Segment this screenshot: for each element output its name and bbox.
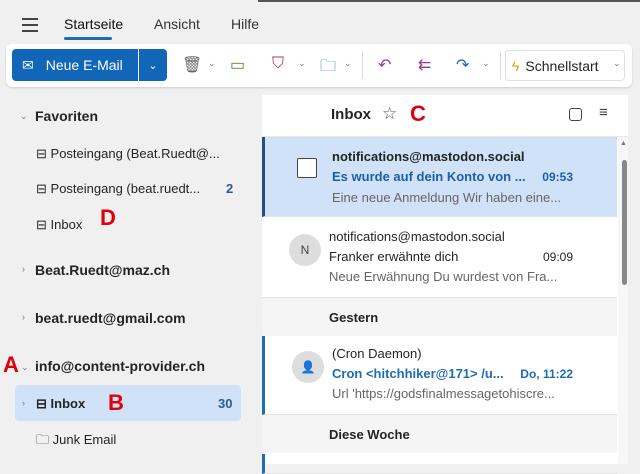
chevron-down-icon[interactable]: ⌄ xyxy=(21,362,29,373)
active-tab-indicator xyxy=(64,37,112,40)
chevron-down-icon[interactable]: ⌄ xyxy=(298,58,306,69)
chevron-down-icon[interactable]: ⌄ xyxy=(20,111,28,122)
chevron-down-icon[interactable]: ⌄ xyxy=(344,58,352,69)
divider xyxy=(362,51,363,79)
folder-label: Junk Email xyxy=(52,432,117,447)
junk-folder-icon: 🗀 xyxy=(36,432,50,447)
quick-start-button[interactable]: ϟ Schnellstart xyxy=(505,50,625,81)
avatar: N xyxy=(289,234,321,266)
sender: (Cron Daemon) xyxy=(332,346,422,361)
sender: notifications@mastodon.social xyxy=(329,229,505,244)
time: 09:09 xyxy=(542,250,573,264)
filter-icon[interactable]: ≡ xyxy=(599,104,608,121)
inbox-icon: ⊟ xyxy=(36,181,47,196)
folder-label: Posteingang (beat.ruedt... xyxy=(50,181,201,196)
new-mail-label: Neue E-Mail xyxy=(45,57,123,73)
person-avatar-icon: 👤 xyxy=(292,351,324,383)
preview: Neue Erwähnung Du wurdest von Fra... xyxy=(329,269,558,284)
group-header-gestern: Gestern xyxy=(262,298,617,336)
scrollbar-thumb[interactable] xyxy=(622,160,627,285)
quick-start-label: Schnellstart xyxy=(525,57,599,74)
lightning-icon: ϟ xyxy=(512,57,520,74)
sender: notifications@mastodon.social xyxy=(332,149,525,164)
subject: Cron <hitchhiker@171> /u... xyxy=(332,366,504,381)
reply-all-icon[interactable]: ⇇ xyxy=(418,55,431,75)
group-header-diese-woche: Diese Woche xyxy=(262,415,617,453)
new-mail-dropdown[interactable]: ⌄ xyxy=(139,49,167,81)
forward-icon[interactable]: ↷ xyxy=(456,55,469,75)
message-list: Inbox ☆ C ≡ notifications@mastodon.socia… xyxy=(262,95,628,474)
message-row-selected[interactable]: notifications@mastodon.social Es wurde a… xyxy=(262,137,617,217)
star-icon[interactable]: ☆ xyxy=(382,104,397,124)
favorite-item[interactable]: ⊟ Posteingang (beat.ruedt... xyxy=(36,181,200,197)
annotation-c: C xyxy=(410,101,426,126)
message-row[interactable] xyxy=(262,454,617,474)
list-title: Inbox xyxy=(331,106,371,123)
time: 09:53 xyxy=(542,170,573,184)
preview: Eine neue Anmeldung Wir haben eine... xyxy=(332,190,562,205)
tab-ansicht[interactable]: Ansicht xyxy=(154,16,200,32)
scroll-up-icon[interactable]: ▲ xyxy=(620,140,627,147)
reply-icon[interactable]: ↶ xyxy=(378,55,391,75)
inbox-icon: ⊟ xyxy=(36,217,47,232)
folder-label: Posteingang (Beat.Ruedt@... xyxy=(50,146,220,161)
inbox-icon: ⊟ xyxy=(36,146,47,161)
quick-start-dropdown[interactable]: ⌄ xyxy=(613,58,621,69)
chevron-right-icon[interactable]: › xyxy=(22,398,25,408)
chevron-right-icon[interactable]: › xyxy=(22,312,25,322)
unread-count: 2 xyxy=(226,181,234,196)
chevron-down-icon[interactable]: ⌄ xyxy=(482,58,490,69)
move-folder-icon[interactable]: 🗀 xyxy=(320,55,336,82)
folder-label: Inbox xyxy=(50,396,86,411)
chevron-right-icon[interactable]: › xyxy=(22,264,25,274)
account-maz[interactable]: Beat.Ruedt@maz.ch xyxy=(35,262,170,278)
folder-inbox[interactable]: ⊟ Inbox xyxy=(36,396,85,412)
favorites-header[interactable]: Favoriten xyxy=(35,108,98,124)
mail-icon: ✉ xyxy=(22,56,34,73)
account-gmail[interactable]: beat.ruedt@gmail.com xyxy=(35,310,186,326)
time: Do, 11:22 xyxy=(520,367,573,381)
unread-count: 30 xyxy=(218,396,233,411)
new-mail-button[interactable]: ✉ Neue E-Mail xyxy=(12,49,138,81)
preview: Url 'https://godsfinalmessagetohiscre... xyxy=(332,386,555,401)
folder-label: Inbox xyxy=(50,217,83,232)
tab-hilfe[interactable]: Hilfe xyxy=(231,16,259,32)
delete-icon[interactable]: 🗑 xyxy=(182,55,202,75)
report-shield-icon[interactable]: ⛉ xyxy=(272,55,284,73)
favorite-item[interactable]: ⊟ Inbox xyxy=(36,217,82,233)
subject: Es wurde auf dein Konto von ... xyxy=(332,169,526,184)
favorite-item[interactable]: ⊟ Posteingang (Beat.Ruedt@... xyxy=(36,146,220,162)
menu-icon[interactable] xyxy=(22,18,38,32)
annotation-d: D xyxy=(100,205,116,230)
annotation-a: A xyxy=(3,352,19,377)
annotation-b: B xyxy=(108,390,124,415)
message-row[interactable]: N notifications@mastodon.social Franker … xyxy=(262,218,617,298)
chevron-down-icon[interactable]: ⌄ xyxy=(208,58,216,69)
subject: Franker erwähnte dich xyxy=(329,249,459,264)
message-checkbox[interactable] xyxy=(297,158,317,178)
inbox-icon: ⊟ xyxy=(36,396,47,411)
folder-junk[interactable]: 🗀 Junk Email xyxy=(36,431,116,453)
archive-icon[interactable]: ▭ xyxy=(230,55,245,75)
message-row[interactable]: 👤 (Cron Daemon) Cron <hitchhiker@171> /u… xyxy=(262,336,617,415)
tab-startseite[interactable]: Startseite xyxy=(64,16,123,32)
account-content-provider[interactable]: info@content-provider.ch xyxy=(35,358,205,374)
select-mode-icon[interactable] xyxy=(569,108,582,121)
window-edge xyxy=(258,0,640,2)
divider xyxy=(500,51,501,79)
